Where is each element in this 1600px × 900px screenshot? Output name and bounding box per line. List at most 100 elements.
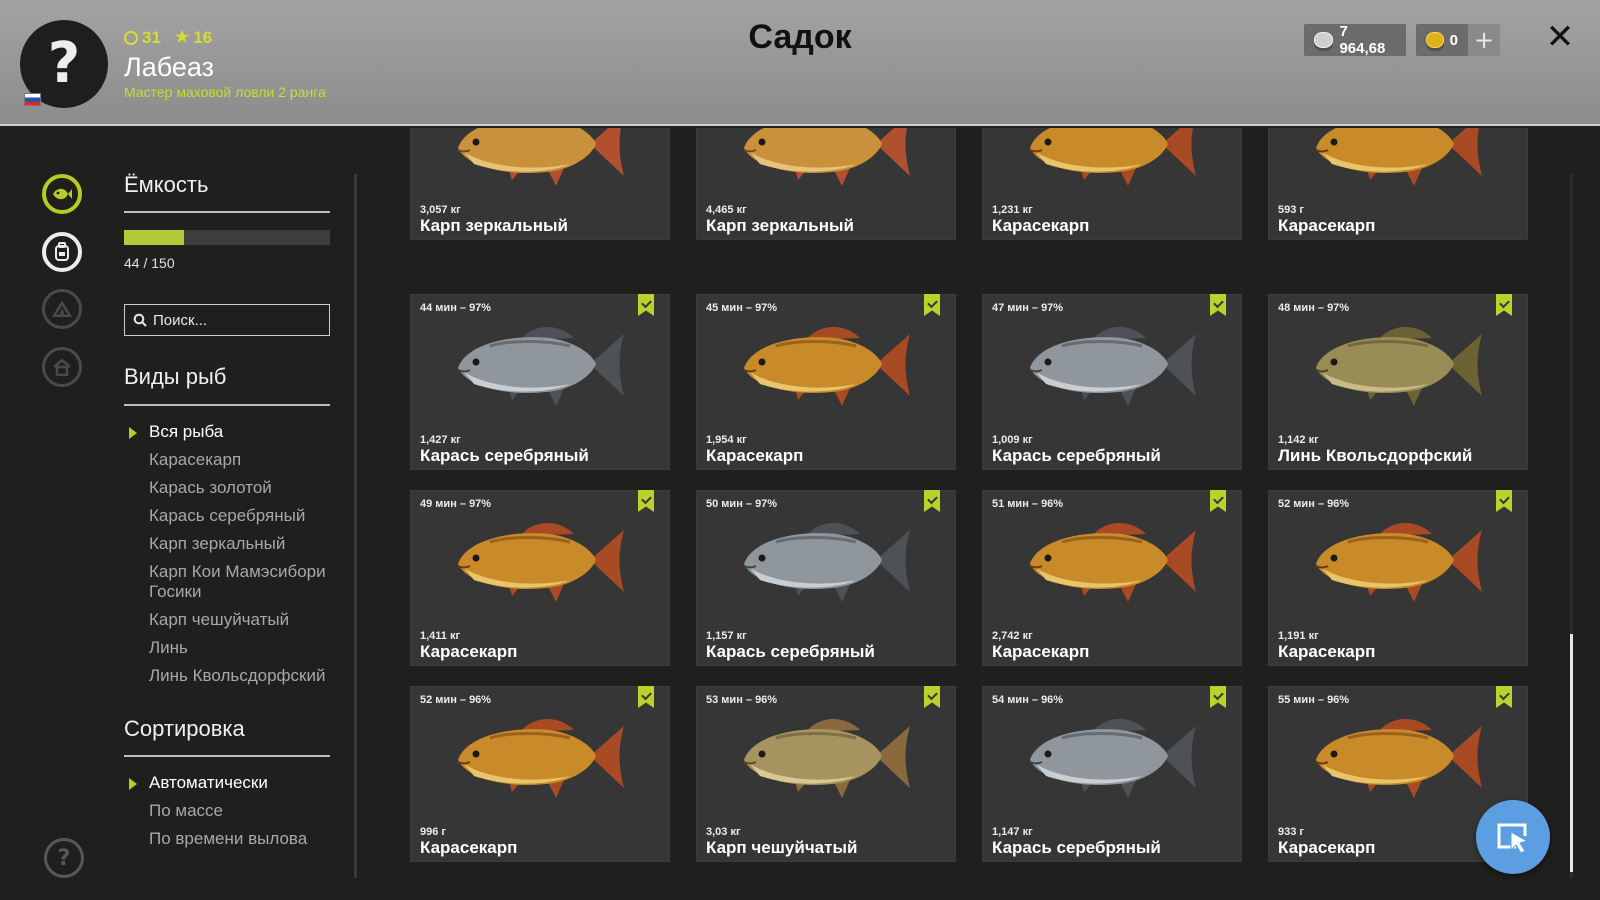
- bookmark-check-icon[interactable]: [638, 294, 654, 316]
- capacity-divider: [124, 211, 330, 213]
- fish-card[interactable]: 49 мин – 97% 1,411 кг Карасекарп: [410, 490, 670, 666]
- cursor-window-icon: [1497, 823, 1529, 854]
- species-filter-item-label: Карп чешуйчатый: [149, 610, 290, 629]
- fish-weight: 1,147 кг: [992, 826, 1033, 838]
- fish-card[interactable]: 593 г Карасекарп: [1268, 128, 1528, 240]
- sort-title: Сортировка: [124, 716, 245, 741]
- fish-weight: 1,142 кг: [1278, 434, 1319, 446]
- catch-time: 55 мин – 96%: [1278, 694, 1350, 706]
- bookmark-check-icon[interactable]: [924, 294, 940, 316]
- catch-time: 48 мин – 97%: [1278, 302, 1350, 314]
- species-filter-item[interactable]: Карась серебряный: [124, 506, 334, 526]
- bookmark-check-icon[interactable]: [638, 686, 654, 708]
- fish-image: [1315, 523, 1482, 602]
- fish-species-name: Карась серебряный: [992, 446, 1161, 465]
- close-icon[interactable]: ✕: [1543, 20, 1577, 54]
- fish-image: [1315, 327, 1482, 406]
- fish-image: [743, 128, 910, 186]
- player-rank-title: Мастер маховой ловли 2 ранга: [124, 84, 326, 100]
- species-filter-item-label: Линь Квольсдорфский: [149, 666, 326, 685]
- fish-species-name: Карасекарп: [1278, 216, 1376, 235]
- fish-weight: 1,427 кг: [420, 434, 461, 446]
- sort-option-item[interactable]: Автоматически: [124, 773, 334, 793]
- species-filter-item[interactable]: Карп зеркальный: [124, 534, 334, 554]
- bookmark-check-icon[interactable]: [638, 490, 654, 512]
- fish-species-name: Карп зеркальный: [420, 216, 568, 235]
- fish-card[interactable]: 48 мин – 97% 1,142 кг Линь Квольсдорфский: [1268, 294, 1528, 470]
- cursor-mode-button[interactable]: [1476, 800, 1550, 874]
- fish-card[interactable]: 47 мин – 97% 1,009 кг Карась серебряный: [982, 294, 1242, 470]
- bookmark-check-icon[interactable]: [924, 686, 940, 708]
- species-filter-item[interactable]: Линь: [124, 638, 334, 658]
- capacity-bar-fill: [124, 230, 185, 245]
- fish-card[interactable]: 53 мин – 96% 3,03 кг Карп чешуйчатый: [696, 686, 956, 862]
- fish-species-name: Карасекарп: [706, 446, 804, 465]
- species-filter-item[interactable]: Карп чешуйчатый: [124, 610, 334, 630]
- fish-card[interactable]: 44 мин – 97% 1,427 кг Карась серебряный: [410, 294, 670, 470]
- fish-image: [457, 327, 624, 406]
- bookmark-check-icon[interactable]: [1210, 294, 1226, 316]
- fish-card[interactable]: 52 мин – 96% 1,191 кг Карасекарп: [1268, 490, 1528, 666]
- header-bar: ? 31 ★ 16 Лабеаз Мастер маховой ловли 2 …: [0, 0, 1600, 126]
- home-icon[interactable]: [42, 347, 82, 387]
- fish-card[interactable]: 50 мин – 97% 1,157 кг Карась серебряный: [696, 490, 956, 666]
- silver-value: 7 964,68: [1339, 23, 1386, 57]
- fish-keepnet-icon[interactable]: [42, 174, 82, 214]
- species-filter-item-label: Карп зеркальный: [149, 534, 286, 553]
- fish-weight: 3,057 кг: [420, 204, 461, 216]
- fish-image: [457, 523, 624, 602]
- fish-weight: 4,465 кг: [706, 204, 747, 216]
- species-filter-item-label: Карасекарп: [149, 450, 242, 469]
- bookmark-check-icon[interactable]: [1210, 686, 1226, 708]
- sort-option-item[interactable]: По времени вылова: [124, 829, 334, 849]
- tent-glyph: [52, 301, 72, 317]
- species-filter-item[interactable]: Карась золотой: [124, 478, 334, 498]
- add-currency-button[interactable]: +: [1468, 24, 1500, 56]
- species-filter-item-label: Карась серебряный: [149, 506, 306, 525]
- help-icon[interactable]: ?: [44, 838, 84, 878]
- fish-card[interactable]: 52 мин – 96% 996 г Карасекарп: [410, 686, 670, 862]
- scrollbar-thumb[interactable]: [1570, 634, 1573, 872]
- fish-image: [1315, 719, 1482, 798]
- catch-time: 53 мин – 96%: [706, 694, 778, 706]
- bookmark-check-icon[interactable]: [1496, 294, 1512, 316]
- fish-glyph: [53, 188, 72, 200]
- fish-species-name: Карп чешуйчатый: [706, 838, 858, 857]
- bookmark-check-icon[interactable]: [1496, 490, 1512, 512]
- sort-option-item-label: По массе: [149, 801, 223, 820]
- species-filter-item[interactable]: Карп Кои Мамэсибори Госики: [124, 562, 334, 602]
- fish-card[interactable]: 4,465 кг Карп зеркальный: [696, 128, 956, 240]
- species-filter-item[interactable]: Линь Квольсдорфский: [124, 666, 334, 686]
- fish-species-name: Карп зеркальный: [706, 216, 854, 235]
- catch-time: 47 мин – 97%: [992, 302, 1064, 314]
- species-filter-item[interactable]: Карасекарп: [124, 450, 334, 470]
- bookmark-check-icon[interactable]: [1210, 490, 1226, 512]
- fish-species-name: Карасекарп: [992, 216, 1090, 235]
- bookmark-check-icon[interactable]: [1496, 686, 1512, 708]
- sort-option-item[interactable]: По массе: [124, 801, 334, 821]
- species-filter-list: Вся рыба Карасекарп Карась золотой Карась с…: [124, 422, 334, 694]
- camp-icon[interactable]: [42, 289, 82, 329]
- fish-weight: 1,411 кг: [420, 630, 461, 642]
- fish-image: [1029, 719, 1196, 798]
- bookmark-check-icon[interactable]: [924, 490, 940, 512]
- species-filter-item[interactable]: Вся рыба: [124, 422, 334, 442]
- fish-card[interactable]: 3,057 кг Карп зеркальный: [410, 128, 670, 240]
- backpack-glyph: [55, 242, 69, 261]
- fish-card[interactable]: 45 мин – 97% 1,954 кг Карасекарп: [696, 294, 956, 470]
- fish-species-name: Карасекарп: [420, 838, 518, 857]
- fish-image: [457, 128, 624, 186]
- fish-card[interactable]: 1,231 кг Карасекарп: [982, 128, 1242, 240]
- fish-weight: 1,157 кг: [706, 630, 747, 642]
- fish-weight: 996 г: [420, 826, 446, 838]
- fish-card[interactable]: 51 мин – 96% 2,742 кг Карасекарп: [982, 490, 1242, 666]
- sort-option-list: Автоматически По массе По времени вылова: [124, 773, 334, 857]
- search-input[interactable]: [153, 311, 313, 329]
- capacity-value: 44 / 150: [124, 255, 175, 271]
- capacity-bar: [124, 230, 330, 245]
- catch-time: 52 мин – 96%: [420, 694, 492, 706]
- backpack-icon[interactable]: [42, 232, 82, 272]
- search-field[interactable]: [124, 304, 330, 336]
- fish-card[interactable]: 54 мин – 96% 1,147 кг Карась серебряный: [982, 686, 1242, 862]
- selected-arrow-icon: [129, 778, 137, 790]
